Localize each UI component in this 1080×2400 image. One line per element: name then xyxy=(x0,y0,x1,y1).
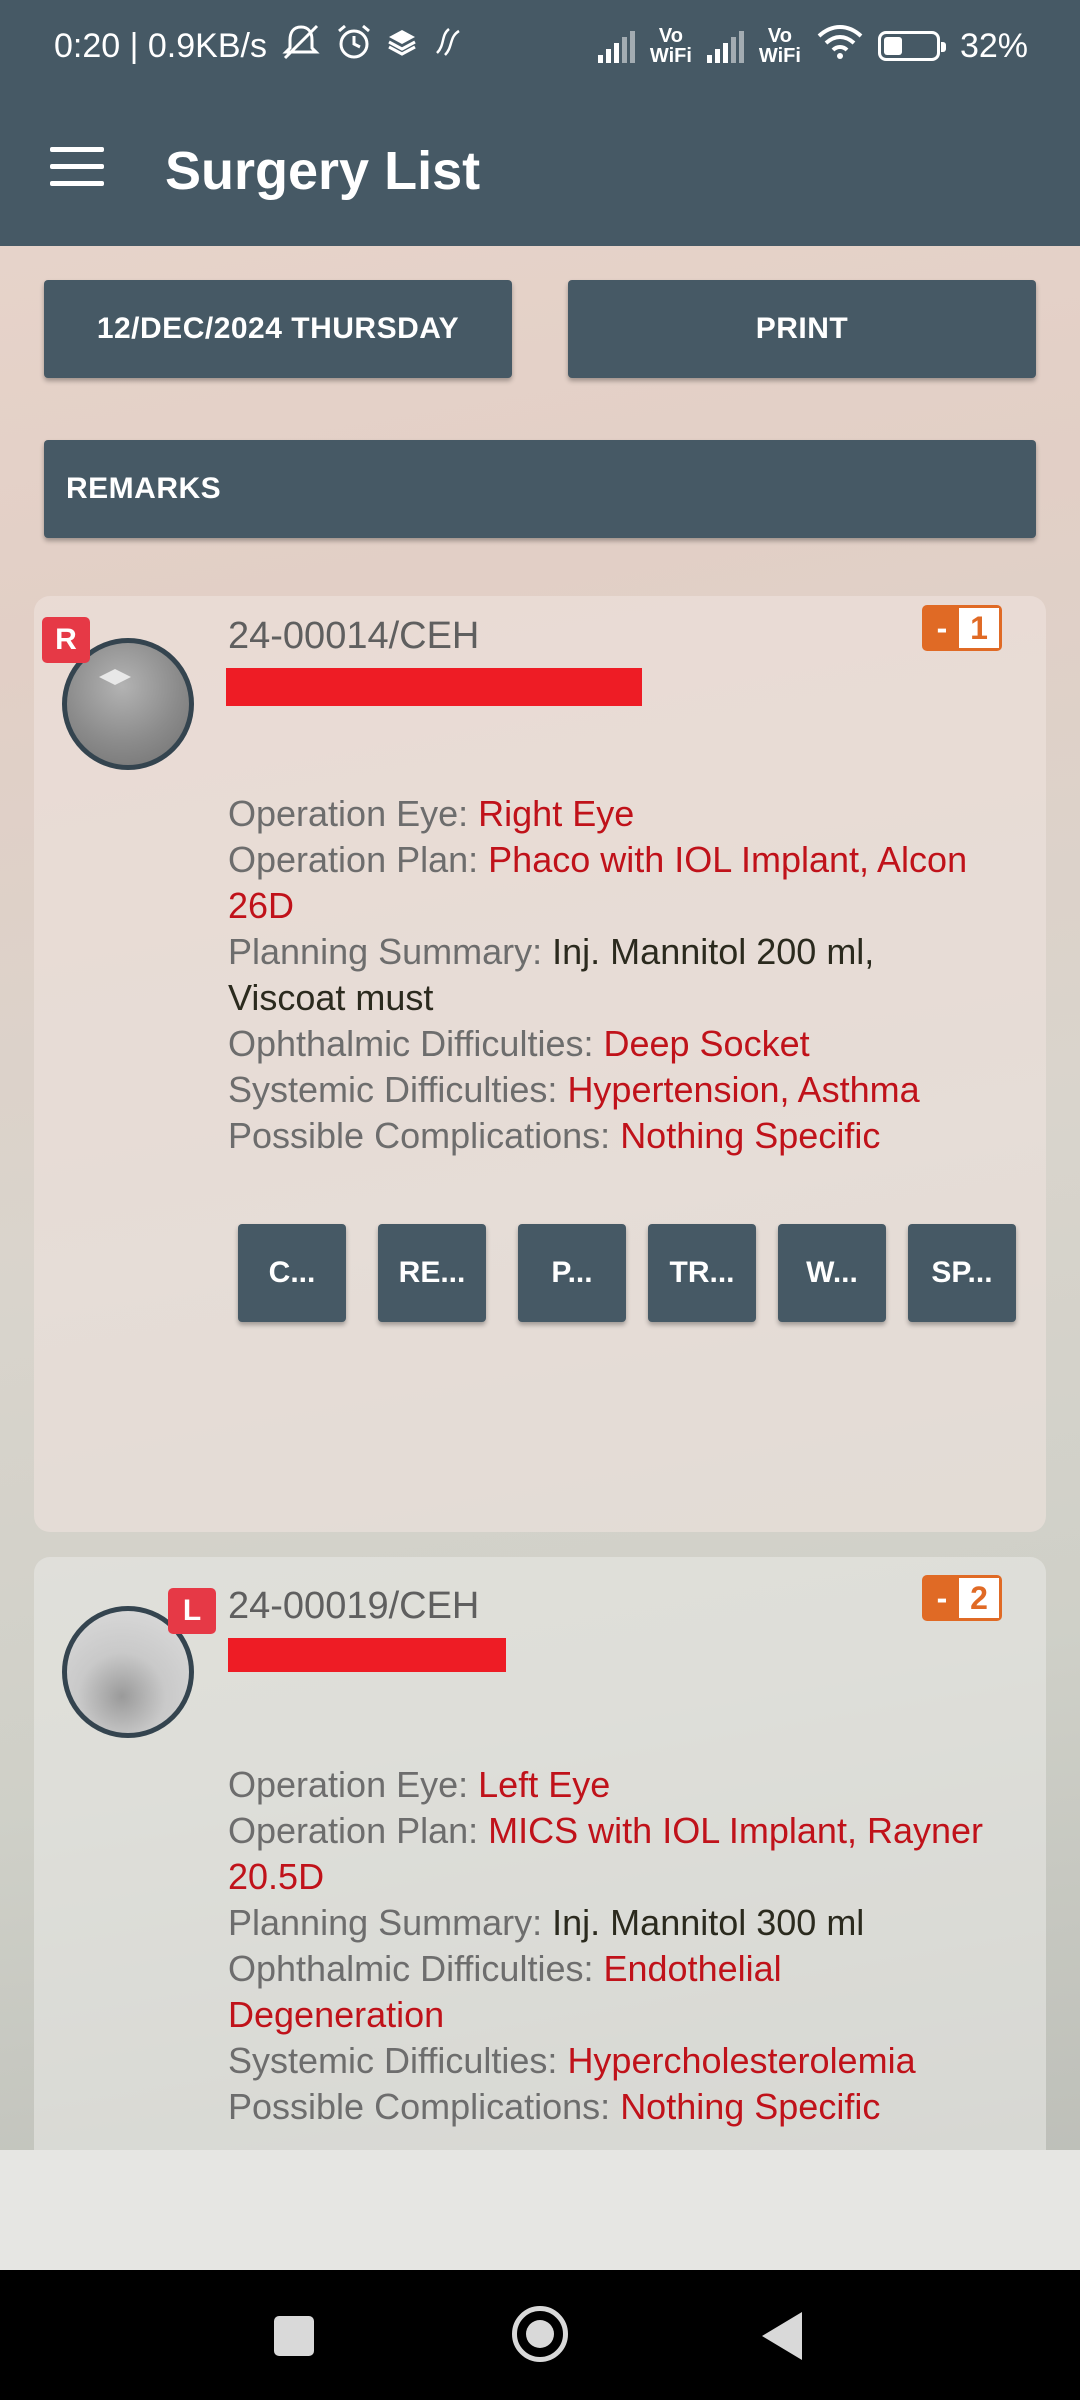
planning-summary-value: Inj. Mannitol 300 ml xyxy=(552,1902,865,1943)
system-nav-bar xyxy=(0,2270,1080,2400)
status-bar: 0:20 | 0.9KB/s Vo WiFi Vo WiFi 32% xyxy=(0,0,1080,92)
operation-eye-label: Operation Eye: xyxy=(228,793,469,834)
battery-icon xyxy=(877,31,946,61)
operation-eye-value: Left Eye xyxy=(478,1764,611,1805)
ophthalmic-difficulties-value-cont: Degeneration xyxy=(228,1994,445,2035)
operation-plan-label: Operation Plan: xyxy=(228,839,479,880)
possible-complications-value: Nothing Specific xyxy=(620,1115,881,1156)
hamburger-menu-icon[interactable] xyxy=(50,147,104,187)
ophthalmic-difficulties-label: Ophthalmic Difficulties: xyxy=(228,1948,594,1989)
redacted-patient-name xyxy=(228,1638,506,1672)
systemic-difficulties-label: Systemic Difficulties: xyxy=(228,1069,558,1110)
planning-summary-label: Planning Summary: xyxy=(228,931,543,972)
ophthalmic-difficulties-label: Ophthalmic Difficulties: xyxy=(228,1023,594,1064)
registration-number: 24-00014/CEH xyxy=(228,615,480,657)
mute-icon xyxy=(281,24,321,69)
eye-badge: L xyxy=(168,1588,216,1634)
sequence-minus: - xyxy=(925,608,959,648)
surgery-details: Operation Eye: Right Eye Operation Plan:… xyxy=(228,791,1048,1159)
sequence-badge[interactable]: - 2 xyxy=(922,1575,1002,1621)
operation-plan-value-cont: 26D xyxy=(228,885,295,926)
possible-complications-label: Possible Complications: xyxy=(228,1115,611,1156)
date-picker-button[interactable]: 12/DEC/2024 THURSDAY xyxy=(44,280,512,378)
time-speed: 0:20 | 0.9KB/s xyxy=(54,26,267,65)
remarks-button[interactable]: REMARKS xyxy=(44,440,1036,538)
ophthalmic-difficulties-value: Endothelial xyxy=(603,1948,782,1989)
operation-plan-value: MICS with IOL Implant, Rayner xyxy=(488,1810,983,1851)
vowifi-label-1: Vo WiFi xyxy=(649,25,692,67)
layers-icon xyxy=(387,27,417,66)
operation-eye-value: Right Eye xyxy=(478,793,635,834)
sequence-number: 2 xyxy=(959,1578,999,1618)
action-button-p[interactable]: P... xyxy=(518,1224,626,1322)
operation-plan-value-cont: 20.5D xyxy=(228,1856,325,1897)
planning-summary-label: Planning Summary: xyxy=(228,1902,543,1943)
action-button-c[interactable]: C... xyxy=(238,1224,346,1322)
print-button[interactable]: PRINT xyxy=(568,280,1036,378)
alarm-icon xyxy=(335,23,373,70)
back-button-icon[interactable] xyxy=(762,2312,802,2360)
app-bar: Surgery List xyxy=(0,92,1080,246)
ophthalmic-difficulties-value: Deep Socket xyxy=(603,1023,810,1064)
wifi-icon xyxy=(816,24,864,69)
eye-badge: R xyxy=(42,617,90,663)
recents-button-icon[interactable] xyxy=(274,2316,314,2356)
home-button-icon[interactable] xyxy=(512,2306,568,2362)
sequence-minus: - xyxy=(925,1578,959,1618)
signal-icon xyxy=(706,29,744,63)
sequence-badge[interactable]: - 1 xyxy=(922,605,1002,651)
signal-icon xyxy=(597,29,635,63)
surgery-details: Operation Eye: Left Eye Operation Plan: … xyxy=(228,1762,1048,2130)
planning-summary-value: Inj. Mannitol 200 ml, xyxy=(552,931,875,972)
possible-complications-label: Possible Complications: xyxy=(228,2086,611,2127)
nfc-icon xyxy=(431,25,465,68)
status-left: 0:20 | 0.9KB/s xyxy=(54,23,465,70)
action-button-sp[interactable]: SP... xyxy=(908,1224,1016,1322)
planning-summary-value-cont: Viscoat must xyxy=(228,977,434,1018)
systemic-difficulties-value: Hypertension, Asthma xyxy=(567,1069,920,1110)
bottom-padding xyxy=(0,2150,1080,2270)
systemic-difficulties-label: Systemic Difficulties: xyxy=(228,2040,558,2081)
operation-plan-value: Phaco with IOL Implant, Alcon xyxy=(488,839,968,880)
registration-number: 24-00019/CEH xyxy=(228,1585,480,1627)
possible-complications-value: Nothing Specific xyxy=(620,2086,881,2127)
page-title: Surgery List xyxy=(165,141,481,201)
action-button-w[interactable]: W... xyxy=(778,1224,886,1322)
sequence-number: 1 xyxy=(959,608,999,648)
action-button-tr[interactable]: TR... xyxy=(648,1224,756,1322)
operation-plan-label: Operation Plan: xyxy=(228,1810,479,1851)
action-button-re[interactable]: RE... xyxy=(378,1224,486,1322)
redacted-patient-name xyxy=(226,668,642,706)
status-right: Vo WiFi Vo WiFi 32% xyxy=(597,24,1028,69)
operation-eye-label: Operation Eye: xyxy=(228,1764,469,1805)
systemic-difficulties-value: Hypercholesterolemia xyxy=(567,2040,916,2081)
battery-text: 32% xyxy=(959,26,1028,65)
vowifi-label-2: Vo WiFi xyxy=(758,25,801,67)
